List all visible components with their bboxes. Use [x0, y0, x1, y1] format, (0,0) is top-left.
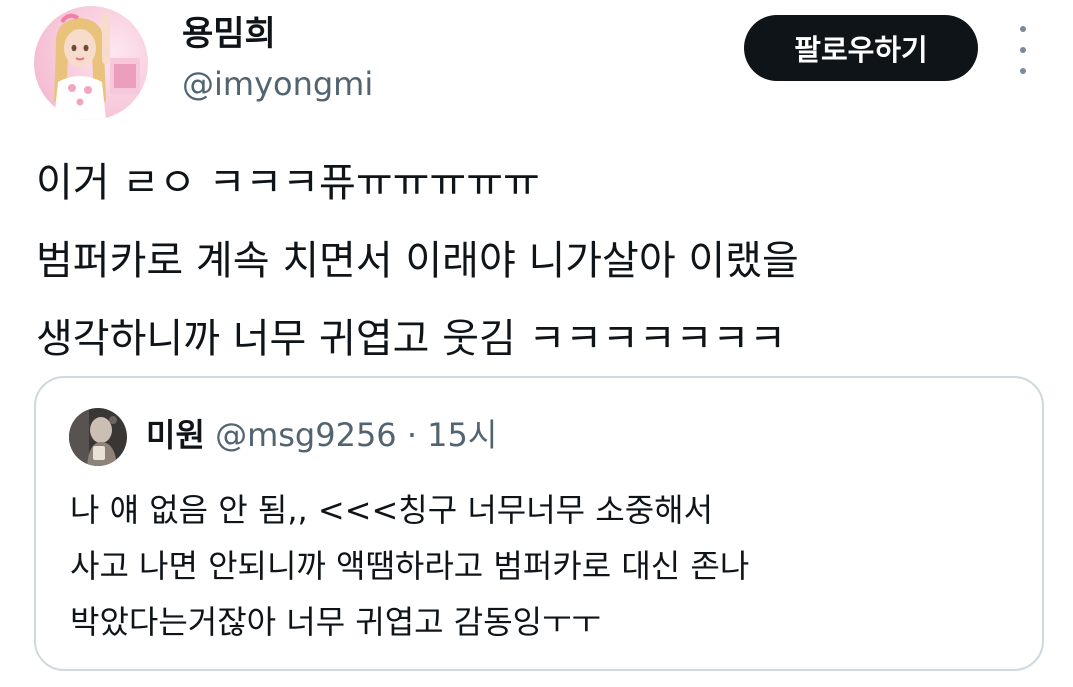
quoted-tweet-line: 사고 나면 안되니까 액땜하라고 범퍼카로 대신 존나: [70, 547, 750, 585]
quoted-author-avatar[interactable]: [69, 408, 127, 466]
quoted-tweet-text: 나 얘 없음 안 됨,, <<<칭구 너무너무 소중해서 사고 나면 안되니까 …: [70, 482, 749, 650]
tweet-line: 생각하니까 너무 귀엽고 웃김 ㅋㅋㅋㅋㅋㅋㅋ: [36, 316, 787, 362]
quoted-tweet-card[interactable]: 미원 @msg9256 · 15시 나 얘 없음 안 됨,, <<<칭구 너무너…: [34, 376, 1044, 671]
dot: [1020, 68, 1026, 74]
quoted-tweet-line: 나 얘 없음 안 됨,, <<<칭구 너무너무 소중해서: [70, 491, 714, 529]
quoted-author-handle[interactable]: @msg9256: [215, 416, 397, 454]
author-display-name[interactable]: 용밈희: [182, 12, 276, 56]
tweet-line: 범퍼카로 계속 치면서 이래야 니가살아 이랬을: [36, 238, 799, 284]
more-vertical-icon[interactable]: [1010, 26, 1036, 74]
quoted-tweet-line: 박았다는거잖아 너무 귀엽고 감동잉ㅜㅜ: [70, 603, 601, 641]
dot: [1020, 47, 1026, 53]
tweet-line: 이거 ㄹㅇ ㅋㅋㅋ퓨ㅠㅠㅠㅠㅠ: [36, 160, 540, 206]
dot: [1020, 26, 1026, 32]
author-avatar[interactable]: [34, 6, 148, 120]
quoted-author-name[interactable]: 미원: [146, 416, 205, 454]
separator-dot: ·: [406, 416, 417, 454]
follow-button[interactable]: 팔로우하기: [744, 15, 978, 81]
doll-avatar-image: [34, 6, 148, 120]
quoted-tweet-time[interactable]: 15시: [427, 416, 497, 454]
quoted-tweet-header: 미원 @msg9256 · 15시: [146, 412, 497, 458]
quoted-avatar-image: [69, 408, 127, 466]
author-handle[interactable]: @imyongmi: [182, 62, 373, 106]
tweet-text: 이거 ㄹㅇ ㅋㅋㅋ퓨ㅠㅠㅠㅠㅠ 범퍼카로 계속 치면서 이래야 니가살아 이랬을…: [36, 144, 1036, 378]
